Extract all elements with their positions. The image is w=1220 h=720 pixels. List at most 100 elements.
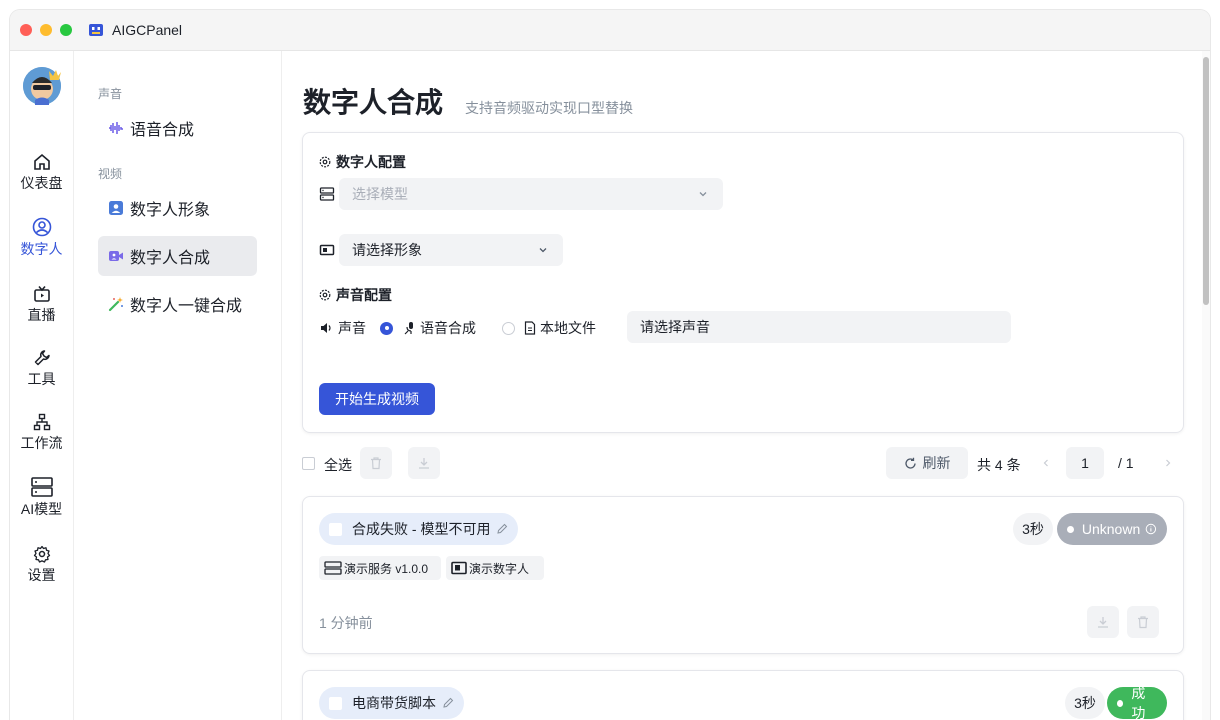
list-toolbar: 全选 刷新 共 4 条 1 / 1: [302, 447, 1182, 479]
sidebar-item-label: 语音合成: [130, 122, 195, 139]
server-icon: [319, 187, 335, 201]
group-title-audio: 声音: [98, 87, 123, 101]
server-icon: [30, 477, 53, 497]
speaker-icon: [321, 323, 331, 333]
video-camera-icon: [109, 251, 123, 261]
select-all-label: 全选: [324, 457, 352, 473]
duration-badge: 3秒: [1065, 687, 1105, 719]
sidebar-item-label: 数字人形象: [130, 202, 211, 219]
title-bar: AIGCPanel: [10, 10, 1210, 51]
task-title[interactable]: 电商带货脚本: [319, 687, 464, 719]
waveform-icon: [109, 122, 123, 134]
nav-item-live[interactable]: 直播: [10, 285, 73, 325]
avatar-icon: [23, 67, 61, 105]
server-icon: [324, 561, 342, 575]
next-page-icon[interactable]: [1163, 458, 1173, 468]
download-icon: [1098, 617, 1108, 628]
nav-item-digital-human[interactable]: 数字人: [10, 217, 73, 259]
scrollbar[interactable]: [1202, 51, 1210, 720]
duration-badge: 3秒: [1013, 513, 1053, 545]
server-tag: 演示服务 v1.0.0: [319, 556, 441, 580]
option-tts-label: 语音合成: [420, 320, 476, 336]
chevron-down-icon: [699, 192, 707, 197]
nav-item-label: 仪表盘: [20, 175, 63, 191]
start-generate-button[interactable]: 开始生成视频: [319, 383, 435, 415]
scrollbar-thumb[interactable]: [1203, 57, 1209, 305]
nav-item-label: AI模型: [20, 501, 63, 517]
sidebar-item-tts[interactable]: 语音合成: [98, 108, 257, 148]
refresh-icon: [904, 457, 916, 469]
sidebar-item-synthesis[interactable]: 数字人合成: [98, 236, 257, 276]
voice-source-row: 声音 语音合成 本地文件: [319, 318, 596, 338]
radio-local-file[interactable]: [502, 321, 515, 335]
sidebar-item-one-click[interactable]: 数字人一键合成: [98, 284, 257, 324]
nav-item-label: 工具: [27, 371, 56, 387]
nav-item-tools[interactable]: 工具: [10, 349, 73, 389]
sidebar-item-label: 数字人一键合成: [130, 298, 243, 315]
primary-nav: 仪表盘 数字人 直播 工具 工作流 AI模型 设置: [10, 51, 74, 720]
download-icon: [419, 458, 429, 469]
prev-page-icon[interactable]: [1041, 458, 1051, 468]
tv-icon: [33, 285, 50, 302]
avatar[interactable]: [23, 67, 61, 105]
task-title[interactable]: 合成失败 - 模型不可用: [319, 513, 519, 545]
task-delete-button[interactable]: [1127, 606, 1159, 638]
main-content: 数字人合成 支持音频驱动实现口型替换 数字人配置 选择模型 请选择形象 声音配置: [282, 51, 1202, 720]
video-camera-icon: [451, 561, 467, 575]
page-subtitle: 支持音频驱动实现口型替换: [465, 100, 633, 116]
page-number-input[interactable]: 1: [1066, 447, 1104, 479]
close-window-button[interactable]: [20, 24, 32, 36]
portrait-icon: [109, 201, 123, 215]
edit-icon[interactable]: [496, 523, 508, 535]
total-count: 共 4 条: [977, 457, 1021, 473]
edit-icon[interactable]: [442, 697, 454, 709]
secondary-nav: 声音 语音合成 视频 数字人形象 数字人合成 数字人一键合成: [74, 51, 282, 720]
nav-item-label: 设置: [27, 567, 56, 583]
avatar-select[interactable]: 请选择形象: [339, 234, 563, 266]
task-time: 1 分钟前: [319, 615, 373, 631]
file-icon: [524, 321, 536, 335]
microphone-icon: [404, 322, 413, 335]
section-title-avatar: 数字人配置: [319, 152, 406, 172]
option-file-label: 本地文件: [540, 320, 596, 336]
maximize-window-button[interactable]: [60, 24, 72, 36]
user-circle-icon: [32, 217, 51, 237]
workflow-icon: [33, 413, 50, 431]
avatar-tag: 演示数字人: [446, 556, 544, 580]
voice-label: 声音: [338, 320, 366, 336]
task-download-button[interactable]: [1087, 606, 1119, 638]
radio-tts[interactable]: [380, 321, 393, 335]
config-card: 数字人配置 选择模型 请选择形象 声音配置 声音 语音合成 本地文件 请选择声音…: [302, 132, 1184, 433]
info-icon[interactable]: [1145, 523, 1157, 535]
nav-item-settings[interactable]: 设置: [10, 545, 73, 585]
app-window: AIGCPanel 仪表盘 数字人 直播 工具 工作流 AI模型 设置 声音 语…: [10, 10, 1210, 720]
bulk-download-button[interactable]: [408, 447, 440, 479]
task-checkbox[interactable]: [329, 696, 342, 710]
wrench-icon: [34, 350, 50, 366]
trash-icon: [371, 457, 381, 470]
video-camera-icon: [319, 244, 335, 256]
voice-select[interactable]: 请选择声音: [627, 311, 1011, 343]
refresh-button[interactable]: 刷新: [886, 447, 968, 479]
nav-item-ai-models[interactable]: AI模型: [10, 477, 73, 519]
bulk-delete-button[interactable]: [360, 447, 392, 479]
page-total: / 1: [1118, 455, 1134, 471]
status-badge: 成功: [1107, 685, 1167, 720]
status-badge: Unknown: [1057, 513, 1167, 545]
gear-icon: [33, 545, 50, 563]
select-all-checkbox[interactable]: [302, 457, 315, 470]
sidebar-item-label: 数字人合成: [130, 250, 211, 267]
nav-item-label: 工作流: [20, 435, 63, 451]
minimize-window-button[interactable]: [40, 24, 52, 36]
trash-icon: [1138, 616, 1148, 629]
nav-item-dashboard[interactable]: 仪表盘: [10, 153, 73, 193]
app-title: AIGCPanel: [112, 22, 183, 38]
nav-item-label: 数字人: [20, 241, 63, 257]
model-select[interactable]: 选择模型: [339, 178, 723, 210]
task-card: 电商带货脚本 3秒 成功: [302, 670, 1184, 720]
page-title: 数字人合成: [303, 87, 444, 118]
task-checkbox[interactable]: [329, 522, 342, 536]
sidebar-item-avatar[interactable]: 数字人形象: [98, 188, 257, 228]
gear-icon: [319, 156, 331, 168]
nav-item-workflow[interactable]: 工作流: [10, 413, 73, 453]
